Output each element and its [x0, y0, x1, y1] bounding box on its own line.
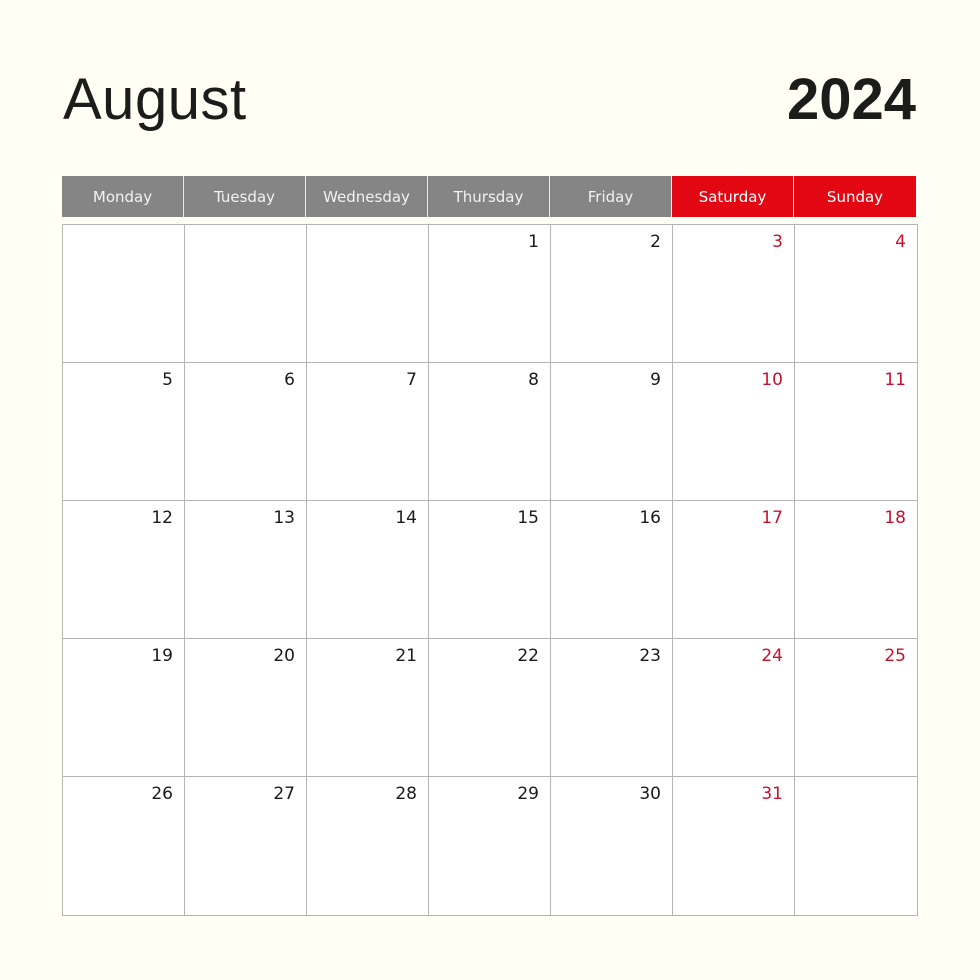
day-number: 14 — [395, 508, 417, 528]
day-number: 17 — [761, 508, 783, 528]
day-number: 27 — [273, 784, 295, 804]
day-cell[interactable]: 13 — [185, 501, 307, 639]
day-cell[interactable]: 19 — [63, 639, 185, 777]
day-number: 2 — [650, 232, 661, 252]
empty-day-cell — [63, 225, 185, 363]
day-number: 10 — [761, 370, 783, 390]
day-cell[interactable]: 28 — [307, 777, 429, 915]
day-cell[interactable]: 17 — [673, 501, 795, 639]
day-cell[interactable]: 4 — [795, 225, 917, 363]
weekday-header-saturday: Saturday — [672, 176, 794, 217]
day-cell[interactable]: 14 — [307, 501, 429, 639]
day-cell[interactable]: 29 — [429, 777, 551, 915]
day-number: 20 — [273, 646, 295, 666]
day-number: 12 — [151, 508, 173, 528]
day-number: 19 — [151, 646, 173, 666]
day-number: 28 — [395, 784, 417, 804]
day-number: 8 — [528, 370, 539, 390]
weekday-header-thursday: Thursday — [428, 176, 550, 217]
day-number: 11 — [884, 370, 906, 390]
weekday-header-sunday: Sunday — [794, 176, 916, 217]
empty-day-cell — [307, 225, 429, 363]
day-number: 16 — [639, 508, 661, 528]
day-cell[interactable]: 3 — [673, 225, 795, 363]
day-number: 23 — [639, 646, 661, 666]
day-cell[interactable]: 15 — [429, 501, 551, 639]
day-cell[interactable]: 18 — [795, 501, 917, 639]
weekday-header-monday: Monday — [62, 176, 184, 217]
day-number: 26 — [151, 784, 173, 804]
day-cell[interactable]: 31 — [673, 777, 795, 915]
day-cell[interactable]: 11 — [795, 363, 917, 501]
day-cell[interactable]: 22 — [429, 639, 551, 777]
day-number: 21 — [395, 646, 417, 666]
day-number: 3 — [772, 232, 783, 252]
day-cell[interactable]: 30 — [551, 777, 673, 915]
day-cell[interactable]: 6 — [185, 363, 307, 501]
day-number: 7 — [406, 370, 417, 390]
day-number: 24 — [761, 646, 783, 666]
day-number: 9 — [650, 370, 661, 390]
day-cell[interactable]: 7 — [307, 363, 429, 501]
day-cell[interactable]: 21 — [307, 639, 429, 777]
day-cell[interactable]: 5 — [63, 363, 185, 501]
day-cell[interactable]: 20 — [185, 639, 307, 777]
month-title: August — [63, 67, 247, 132]
day-number: 18 — [884, 508, 906, 528]
day-number: 30 — [639, 784, 661, 804]
weekday-header-tuesday: Tuesday — [184, 176, 306, 217]
day-number: 29 — [517, 784, 539, 804]
day-cell[interactable]: 25 — [795, 639, 917, 777]
day-cell[interactable]: 26 — [63, 777, 185, 915]
day-number: 22 — [517, 646, 539, 666]
weekday-header-friday: Friday — [550, 176, 672, 217]
day-cell[interactable]: 1 — [429, 225, 551, 363]
day-cell[interactable]: 8 — [429, 363, 551, 501]
day-cell[interactable]: 9 — [551, 363, 673, 501]
day-cell[interactable]: 24 — [673, 639, 795, 777]
day-number: 1 — [528, 232, 539, 252]
day-cell[interactable]: 12 — [63, 501, 185, 639]
day-number: 4 — [895, 232, 906, 252]
day-number: 13 — [273, 508, 295, 528]
day-number: 6 — [284, 370, 295, 390]
empty-day-cell — [795, 777, 917, 915]
day-cell[interactable]: 23 — [551, 639, 673, 777]
empty-day-cell — [185, 225, 307, 363]
day-number: 5 — [162, 370, 173, 390]
day-cell[interactable]: 27 — [185, 777, 307, 915]
calendar-grid: 1 2 3 4 5 6 7 8 9 10 11 12 13 14 15 16 17 18 19 20 21 22 23 24 2… — [62, 224, 918, 916]
day-cell[interactable]: 10 — [673, 363, 795, 501]
weekday-header-row: Monday Tuesday Wednesday Thursday Friday Satu… — [62, 176, 918, 217]
day-number: 31 — [761, 784, 783, 804]
weekday-header-wednesday: Wednesday — [306, 176, 428, 217]
year-title: 2024 — [786, 67, 916, 132]
day-cell[interactable]: 16 — [551, 501, 673, 639]
day-number: 15 — [517, 508, 539, 528]
day-cell[interactable]: 2 — [551, 225, 673, 363]
day-number: 25 — [884, 646, 906, 666]
